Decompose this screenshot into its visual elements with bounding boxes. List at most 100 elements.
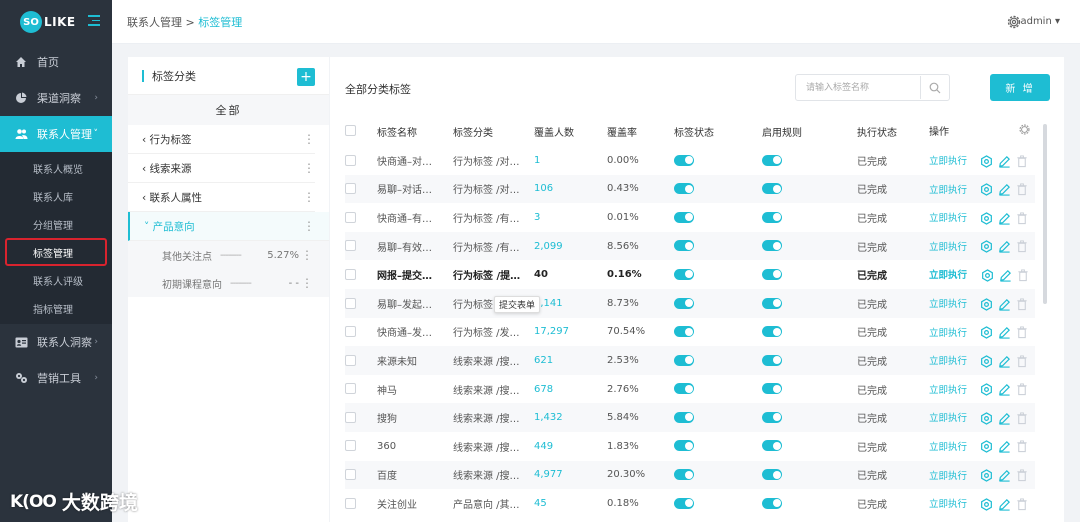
settings-icon[interactable] <box>980 383 993 397</box>
sidebar-subitem-metric-management[interactable]: 指标管理 <box>0 294 112 322</box>
tag-status-toggle[interactable] <box>674 240 694 252</box>
delete-icon[interactable] <box>1016 240 1029 253</box>
edit-icon[interactable] <box>998 383 1011 396</box>
coverage-count-cell[interactable]: 106 <box>534 174 607 204</box>
tag-status-toggle[interactable] <box>674 297 694 309</box>
sidebar-subitem-group-management[interactable]: 分组管理 <box>0 210 112 238</box>
menu-collapse-icon[interactable] <box>88 15 100 27</box>
delete-icon[interactable] <box>1016 383 1029 396</box>
coverage-count-cell[interactable]: 678 <box>534 375 607 404</box>
run-now-link[interactable]: 立即执行 <box>929 328 967 339</box>
tag-name-cell[interactable]: 快商通–发… <box>377 318 453 347</box>
sidebar-item-channel-insight[interactable]: 渠道洞察 › <box>0 80 112 116</box>
delete-icon[interactable] <box>1016 155 1029 168</box>
settings-icon[interactable] <box>980 326 993 339</box>
tag-status-toggle[interactable] <box>674 469 694 481</box>
tag-name-cell[interactable]: 易聊–发起… <box>377 288 453 318</box>
category-product-intent[interactable]: ˅ 产品意向 ⋮ <box>128 212 329 241</box>
table-row[interactable]: 搜狗 线索来源 /搜… 1,432 5.84% 已完成 立即执行 <box>345 403 1035 432</box>
rule-enabled-toggle[interactable] <box>762 211 782 223</box>
tag-name-cell[interactable]: 快商通–有… <box>377 203 453 232</box>
row-checkbox[interactable] <box>345 326 356 338</box>
table-row[interactable]: 易聊–有效… 行为标签 /有… 2,099 8.56% 已完成 立即执行 <box>345 231 1035 261</box>
tag-status-toggle[interactable] <box>674 326 694 338</box>
row-checkbox[interactable] <box>345 154 356 166</box>
subcategory-initial-course-intent[interactable]: 初期课程意向 -------- - - ⋮ <box>128 269 329 297</box>
more-vertical-icon[interactable]: ⋮ <box>301 276 313 290</box>
column-settings-icon[interactable] <box>1018 123 1031 139</box>
rule-enabled-toggle[interactable] <box>762 440 782 452</box>
edit-icon[interactable] <box>998 155 1011 168</box>
delete-icon[interactable] <box>1016 469 1029 482</box>
tag-status-toggle[interactable] <box>674 354 694 366</box>
run-now-link[interactable]: 立即执行 <box>929 471 967 482</box>
row-checkbox[interactable] <box>345 211 356 223</box>
edit-icon[interactable] <box>999 269 1012 282</box>
edit-icon[interactable] <box>998 183 1011 196</box>
delete-icon[interactable] <box>1016 355 1029 368</box>
column-header[interactable]: 标签状态 <box>674 116 762 146</box>
category-all[interactable]: 全部 <box>128 95 329 125</box>
coverage-count-cell[interactable]: 2,141 <box>534 288 607 318</box>
subcategory-other-focus[interactable]: 其他关注点 -------- 5.27% ⋮ <box>128 241 329 269</box>
tag-name-cell[interactable]: 神马 <box>377 375 453 404</box>
tag-status-toggle[interactable] <box>674 268 694 280</box>
settings-icon[interactable] <box>980 154 993 168</box>
edit-icon[interactable] <box>998 440 1011 454</box>
add-category-button[interactable]: + <box>297 68 315 86</box>
coverage-count-cell[interactable]: 4,977 <box>534 460 607 490</box>
more-vertical-icon[interactable]: ⋮ <box>303 161 315 175</box>
tag-search-input[interactable] <box>796 75 921 100</box>
run-now-link[interactable]: 立即执行 <box>929 413 967 424</box>
tag-name-cell[interactable]: 360 <box>377 432 453 461</box>
rule-enabled-toggle[interactable] <box>762 497 782 509</box>
delete-icon[interactable] <box>1016 440 1029 453</box>
rule-enabled-toggle[interactable] <box>762 354 782 366</box>
rule-enabled-toggle[interactable] <box>762 154 782 166</box>
table-row[interactable]: 快商通–对… 行为标签 /对… 1 0.00% 已完成 立即执行 <box>345 146 1035 175</box>
row-checkbox[interactable] <box>345 183 356 195</box>
tag-status-toggle[interactable] <box>674 183 694 195</box>
category-lead-source[interactable]: ‹ 线索来源 ⋮ <box>128 154 315 183</box>
select-all-checkbox[interactable] <box>345 125 356 137</box>
column-header[interactable]: 标签名称 <box>377 116 453 146</box>
sidebar-subitem-contact-rating[interactable]: 联系人评级 <box>0 266 112 294</box>
edit-icon[interactable] <box>998 298 1011 311</box>
row-checkbox[interactable] <box>345 469 356 481</box>
row-checkbox[interactable] <box>345 297 356 309</box>
rule-enabled-toggle[interactable] <box>762 469 782 481</box>
column-header[interactable]: 执行状态 <box>857 116 929 146</box>
coverage-count-cell[interactable]: 449 <box>534 432 607 461</box>
delete-icon[interactable] <box>1016 412 1029 425</box>
sidebar-item-home[interactable]: 首页 <box>0 44 112 80</box>
settings-icon[interactable] <box>980 240 993 254</box>
coverage-count-cell[interactable]: 621 <box>534 346 607 375</box>
run-now-link[interactable]: 立即执行 <box>929 213 967 224</box>
settings-icon[interactable] <box>980 297 993 311</box>
coverage-count-cell[interactable]: 2,099 <box>534 231 607 261</box>
sidebar-item-contact-management[interactable]: 联系人管理 ˅ <box>0 116 112 152</box>
delete-icon[interactable] <box>1016 183 1029 196</box>
tag-name-cell[interactable]: 来源未知 <box>377 346 453 375</box>
search-icon[interactable] <box>920 76 948 99</box>
rule-enabled-toggle[interactable] <box>762 326 782 338</box>
rule-enabled-toggle[interactable] <box>762 183 782 195</box>
table-row[interactable]: 关注创业 产品意向 /其… 45 0.18% 已完成 立即执行 <box>345 489 1035 518</box>
row-checkbox[interactable] <box>345 411 356 423</box>
coverage-count-cell[interactable]: 45 <box>534 489 607 518</box>
run-now-link[interactable]: 立即执行 <box>929 499 967 510</box>
tag-status-toggle[interactable] <box>674 383 694 395</box>
breadcrumb-parent[interactable]: 联系人管理 > <box>127 16 195 29</box>
tag-status-toggle[interactable] <box>674 440 694 452</box>
sidebar-item-marketing-tools[interactable]: 营销工具 › <box>0 360 112 396</box>
column-header[interactable]: 覆盖率 <box>607 116 674 146</box>
more-vertical-icon[interactable]: ⋮ <box>303 132 315 146</box>
run-now-link[interactable]: 立即执行 <box>929 270 967 281</box>
table-row[interactable]: 快商通–发… 行为标签 /发… 17,297 70.54% 已完成 立即执行 <box>345 318 1035 347</box>
edit-icon[interactable] <box>998 355 1011 368</box>
coverage-count-cell[interactable]: 40 <box>534 260 607 289</box>
sidebar-subitem-contact-library[interactable]: 联系人库 <box>0 182 112 210</box>
tag-name-cell[interactable]: 关注创业 <box>377 489 453 518</box>
table-row[interactable]: 网报–提交… 行为标签 /提… 40 0.16% 已完成 立即执行 <box>345 260 1035 289</box>
row-checkbox[interactable] <box>345 383 356 395</box>
